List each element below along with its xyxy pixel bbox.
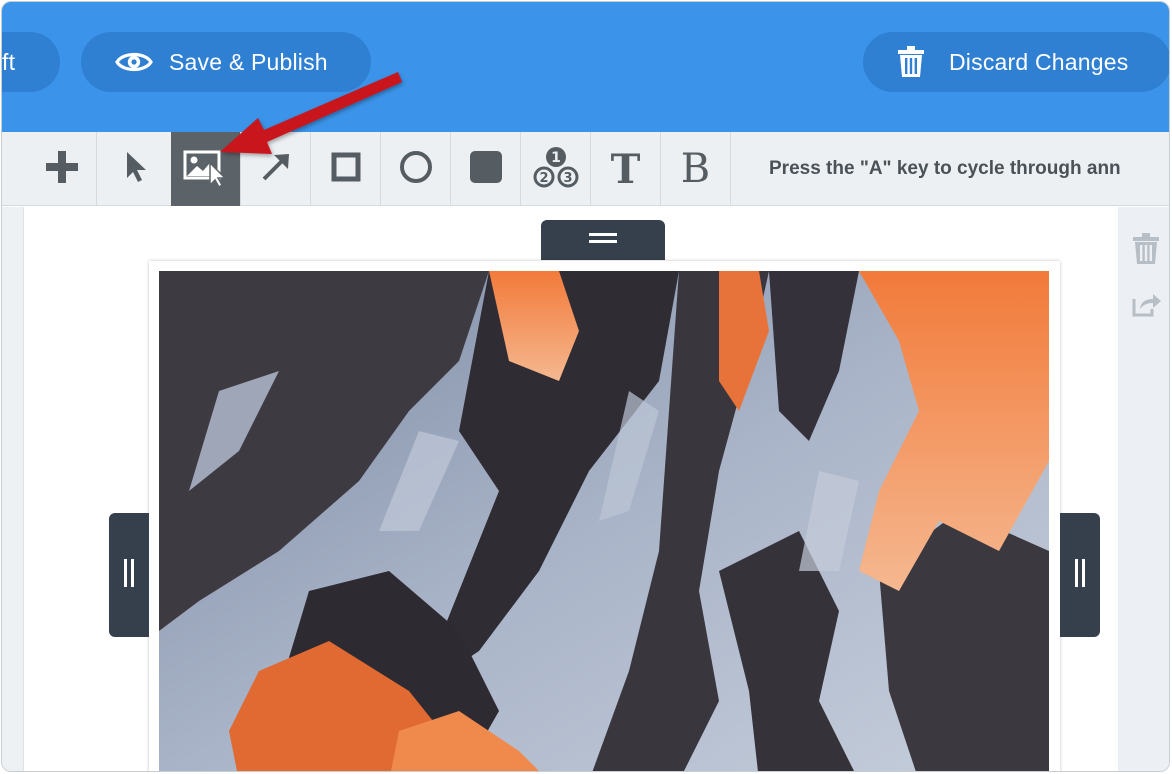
top-drag-handle[interactable] (541, 220, 665, 260)
trash-icon[interactable] (1132, 233, 1160, 264)
tool-image-select[interactable] (171, 132, 241, 206)
svg-text:2: 2 (539, 171, 548, 186)
tool-numbered-steps[interactable]: 1 2 3 (521, 132, 591, 206)
arrow-icon (260, 151, 292, 188)
share-icon[interactable] (1132, 291, 1161, 319)
text-tool-label: T (610, 145, 641, 193)
bold-tool-label: B (680, 146, 711, 192)
filled-rectangle-icon (469, 150, 503, 189)
trash-icon (897, 46, 927, 77)
grip-icon (122, 558, 136, 592)
save-publish-button[interactable]: Save & Publish (81, 32, 371, 92)
svg-text:3: 3 (563, 171, 572, 186)
grip-icon (1073, 558, 1087, 592)
left-gutter (2, 207, 24, 771)
right-side-panel (1118, 207, 1169, 771)
tool-arrow[interactable] (241, 132, 311, 206)
left-resize-handle[interactable] (109, 513, 149, 637)
tool-rectangle[interactable] (311, 132, 381, 206)
image-select-icon (182, 147, 230, 192)
editor-window: ft Save & Publish Discard Changes 1 2 3 … (1, 1, 1170, 772)
tool-select[interactable] (102, 132, 172, 206)
tool-text[interactable]: T (591, 132, 661, 206)
tool-circle[interactable] (381, 132, 451, 206)
mountain-photo[interactable] (159, 271, 1049, 771)
numbered-steps-icon: 1 2 3 (531, 145, 581, 194)
image-frame (149, 261, 1060, 771)
tool-filled-rectangle[interactable] (451, 132, 521, 206)
annotation-toolbar: 1 2 3 T B Press the "A" key to cycle thr… (2, 132, 1169, 206)
discard-changes-label: Discard Changes (949, 48, 1129, 75)
save-publish-label: Save & Publish (169, 48, 328, 75)
plus-icon (45, 150, 79, 189)
hamburger-icon (589, 231, 617, 250)
header-bar: ft Save & Publish Discard Changes (2, 2, 1169, 132)
save-draft-label: ft (2, 48, 16, 75)
tool-add[interactable] (27, 132, 97, 206)
discard-changes-button[interactable]: Discard Changes (863, 32, 1169, 92)
save-draft-button[interactable]: ft (2, 32, 60, 92)
eye-icon (115, 47, 153, 77)
toolbar-hint: Press the "A" key to cycle through ann (769, 158, 1121, 179)
svg-text:1: 1 (551, 150, 561, 166)
rectangle-icon (331, 152, 361, 187)
right-resize-handle[interactable] (1060, 513, 1100, 637)
pointer-icon (124, 150, 150, 189)
circle-icon (399, 150, 433, 189)
tool-bold-text[interactable]: B (661, 132, 731, 206)
